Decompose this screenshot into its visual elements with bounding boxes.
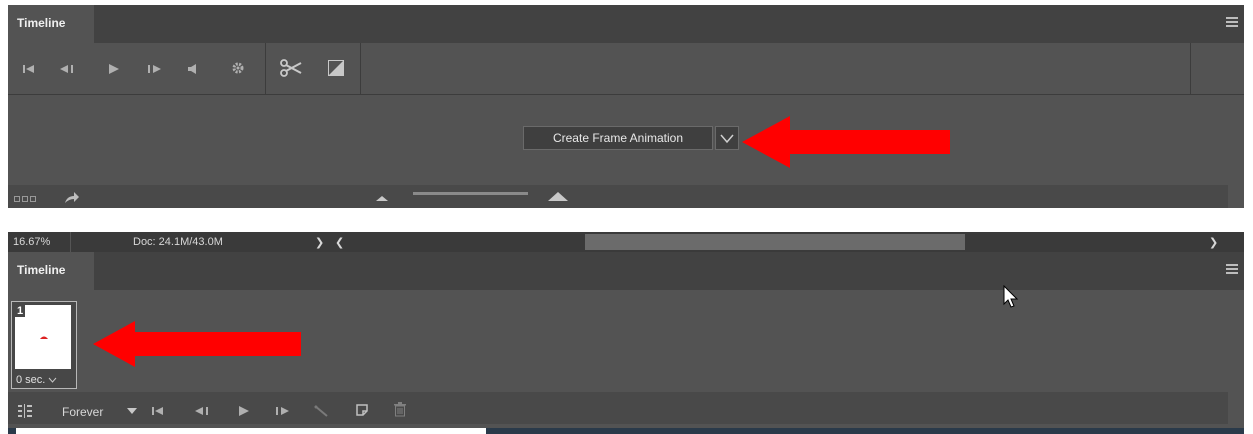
- timeline-footer: [8, 185, 1228, 208]
- audio-icon[interactable]: [188, 64, 198, 74]
- convert-to-frame-animation-icon[interactable]: [14, 195, 36, 203]
- controls-divider-2: [360, 43, 361, 94]
- animation-type-dropdown[interactable]: [715, 126, 739, 150]
- tab-timeline-frames[interactable]: Timeline: [8, 252, 94, 290]
- scroll-right-icon[interactable]: ❯: [1209, 236, 1218, 249]
- create-frame-animation-button[interactable]: Create Frame Animation: [523, 126, 713, 150]
- convert-to-video-timeline-icon[interactable]: [18, 404, 32, 418]
- panel-menu-icon[interactable]: [1226, 17, 1238, 27]
- transition-icon[interactable]: [328, 60, 344, 76]
- tab-bar: Timeline: [8, 5, 1244, 43]
- frame-number: 1: [15, 305, 25, 317]
- new-frame-icon[interactable]: [355, 403, 369, 417]
- loop-options-value: Forever: [62, 405, 104, 419]
- scroll-left-icon[interactable]: ❮: [335, 236, 344, 249]
- render-video-icon[interactable]: [64, 190, 80, 204]
- tween-icon[interactable]: [314, 405, 328, 417]
- zoom-slider[interactable]: [413, 192, 528, 195]
- chevron-down-icon: [720, 134, 734, 144]
- loop-options-select[interactable]: Forever: [62, 406, 103, 418]
- zoom-out-icon[interactable]: [376, 195, 388, 201]
- frame-1[interactable]: 1 0 sec.: [11, 301, 77, 389]
- annotation-arrow-frame: [93, 321, 301, 367]
- zoom-in-icon[interactable]: [548, 191, 568, 201]
- status-info-arrow-icon[interactable]: ❯: [315, 236, 324, 249]
- annotation-arrow-create: [742, 116, 950, 168]
- first-frame-icon-2[interactable]: [152, 406, 164, 416]
- frame-delay-label: 0 sec.: [16, 374, 46, 386]
- timeline-panel-empty: Timeline Create Frame Animation: [8, 5, 1244, 208]
- status-divider: [70, 232, 71, 252]
- play-icon-2[interactable]: [238, 405, 250, 417]
- panel-menu-icon-2[interactable]: [1226, 264, 1238, 274]
- next-frame-icon[interactable]: [148, 64, 162, 74]
- settings-icon[interactable]: [231, 61, 245, 75]
- zoom-level[interactable]: 16.67%: [13, 236, 50, 248]
- frame-animation-footer: [8, 392, 1228, 424]
- first-frame-icon[interactable]: [23, 64, 35, 74]
- loop-dropdown-icon[interactable]: [127, 408, 137, 414]
- tab-bar-frames: Timeline: [8, 252, 1244, 290]
- play-icon[interactable]: [108, 63, 120, 75]
- horizontal-scrollbar-thumb[interactable]: [585, 234, 965, 250]
- controls-divider: [265, 43, 266, 94]
- document-status-bar: 16.67% Doc: 24.1M/43.0M ❯ ❮ ❯: [8, 232, 1244, 252]
- split-at-playhead-icon[interactable]: [280, 59, 302, 77]
- next-frame-icon-2[interactable]: [276, 406, 290, 416]
- previous-frame-icon[interactable]: [60, 64, 74, 74]
- controls-divider-3: [1190, 43, 1191, 94]
- canvas-edge-light: [16, 428, 486, 434]
- frame-delay-dropdown[interactable]: 0 sec.: [16, 374, 57, 386]
- chevron-down-icon: [49, 377, 57, 383]
- delete-icon[interactable]: [394, 402, 406, 417]
- thumbnail-mark: [40, 336, 48, 339]
- doc-size-info: Doc: 24.1M/43.0M: [133, 236, 223, 248]
- mouse-cursor-icon: [1003, 285, 1019, 308]
- tab-timeline[interactable]: Timeline: [8, 5, 94, 43]
- row-divider: [8, 94, 1244, 95]
- previous-frame-icon-2[interactable]: [195, 406, 209, 416]
